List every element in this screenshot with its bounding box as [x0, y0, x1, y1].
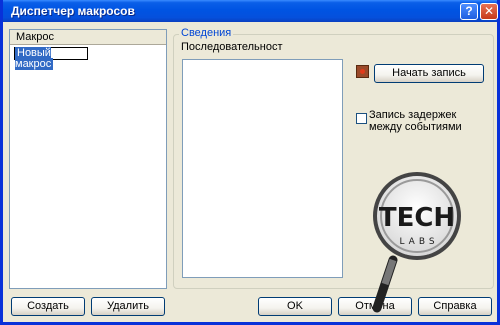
macro-list-item[interactable]: Новый макрос: [14, 47, 88, 70]
macro-list-header[interactable]: Макрос: [10, 30, 166, 45]
macro-list[interactable]: Макрос Новый макрос: [9, 29, 167, 289]
record-indicator-icon: [356, 65, 369, 78]
title-bar[interactable]: Диспетчер макросов ? ✕: [3, 0, 498, 22]
ok-button[interactable]: OK: [258, 297, 332, 316]
svg-text:LABS: LABS: [399, 237, 438, 247]
sequence-list[interactable]: [182, 59, 343, 278]
start-recording-button[interactable]: Начать запись: [374, 64, 484, 83]
details-legend: Сведения: [179, 27, 234, 39]
macro-list-item-label: Новый макрос: [15, 47, 54, 70]
sequence-label: Последовательност: [181, 41, 283, 53]
record-delays-label[interactable]: Запись задержек между событиями: [369, 109, 489, 133]
create-button[interactable]: Создать: [11, 297, 85, 316]
close-button[interactable]: ✕: [480, 3, 498, 20]
window-title: Диспетчер макросов: [11, 4, 135, 18]
help-button[interactable]: ?: [460, 3, 478, 20]
record-delays-checkbox[interactable]: [356, 113, 367, 124]
svg-text:TECH: TECH: [379, 203, 455, 233]
techlabs-watermark-icon: TECH LABS: [372, 172, 461, 313]
delete-button[interactable]: Удалить: [91, 297, 165, 316]
macro-manager-window: Диспетчер макросов ? ✕ Макрос Новый макр…: [0, 0, 500, 325]
